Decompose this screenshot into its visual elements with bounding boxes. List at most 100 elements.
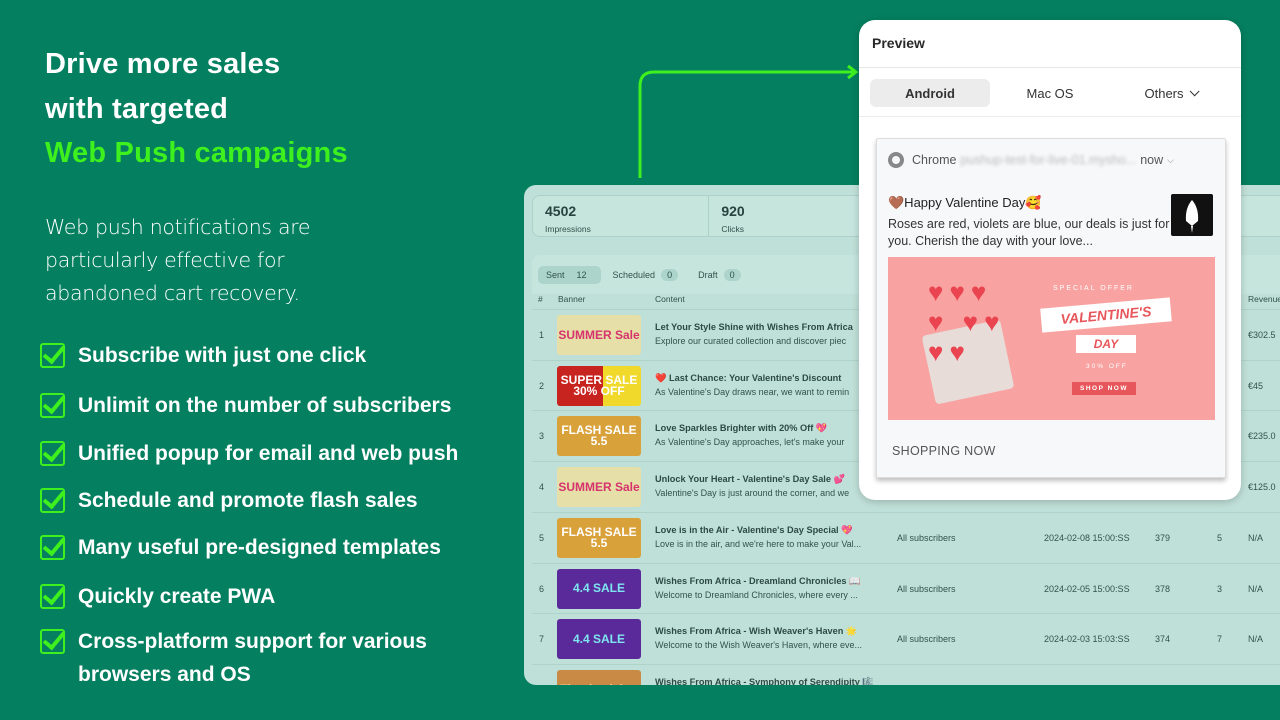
row-number: 1 xyxy=(539,330,545,340)
tab-mac-os[interactable]: Mac OS xyxy=(990,79,1110,107)
row-audience: All subscribers xyxy=(897,634,956,645)
row-title: ❤️ Last Chance: Your Valentine's Discoun… xyxy=(655,372,842,383)
image-discount: 30% OFF xyxy=(1086,363,1128,370)
notification-header: Chrome pushup-test-for-live-01.mysho... … xyxy=(888,152,1174,168)
stat-impressions: 4502 Impressions xyxy=(533,196,710,236)
row-title: Love Sparkles Brighter with 20% Off 💖 xyxy=(655,423,828,434)
platform-tabs: Android Mac OS Others xyxy=(870,79,1230,107)
image-headline: VALENTINE'S xyxy=(1040,297,1172,333)
column-header: # xyxy=(538,294,543,304)
tab-count: 0 xyxy=(723,268,741,281)
banner-text: Thanksgiving xyxy=(560,683,637,685)
tab-count: 12 xyxy=(570,268,593,281)
tab-others[interactable]: Others xyxy=(1110,79,1230,107)
tab-android[interactable]: Android xyxy=(870,79,990,107)
row-number: 6 xyxy=(539,583,545,594)
banner-thumbnail: FLASH SALE 5.5 xyxy=(557,416,641,457)
row-clicks: 3 xyxy=(1217,583,1223,594)
row-description: As Valentine's Day draws near, we want t… xyxy=(655,386,850,397)
notification-time: now xyxy=(1140,153,1164,167)
row-number: 3 xyxy=(539,431,545,442)
row-clicks: 5 xyxy=(1217,532,1223,543)
banner-text: SUMMER Sale xyxy=(558,479,640,494)
divider xyxy=(859,116,1241,117)
image-cta: SHOP NOW xyxy=(1072,382,1136,395)
preview-title: Preview xyxy=(859,20,1241,68)
row-date: 2024-02-08 15:00:SS xyxy=(1044,532,1130,543)
chevron-down-icon[interactable]: ⌵ xyxy=(1167,155,1174,166)
hearts-icon: ♥♥♥ ♥ ♥♥ ♥♥ xyxy=(928,277,1006,367)
row-revenue: €45 xyxy=(1248,380,1264,391)
row-title: Wishes From Africa - Symphony of Serendi… xyxy=(655,676,874,685)
column-header: Banner xyxy=(558,294,586,304)
table-row[interactable]: 7 4.4 SALE Wishes From Africa - Wish Wea… xyxy=(532,613,1280,663)
row-title: Let Your Style Shine with Wishes From Af… xyxy=(655,322,853,332)
row-revenue: N/A xyxy=(1248,532,1264,543)
column-header: Content xyxy=(655,294,685,304)
row-number: 5 xyxy=(539,532,545,543)
row-title: Unlock Your Heart - Valentine's Day Sale… xyxy=(655,474,845,485)
row-description: Explore our curated collection and disco… xyxy=(655,336,847,346)
tab-label: Others xyxy=(1144,85,1184,101)
row-audience: All subscribers xyxy=(897,583,956,594)
banner-text: FLASH SALE 5.5 xyxy=(561,423,637,449)
tab-count: 0 xyxy=(661,268,679,281)
banner-text: SUPER SALE 30% OFF xyxy=(560,372,638,398)
tab-draft[interactable]: Draft 0 xyxy=(690,266,749,284)
tab-sent[interactable]: Sent 12 xyxy=(538,265,601,284)
stat-label: Clicks xyxy=(721,224,745,234)
row-description: Love is in the air, and we're here to ma… xyxy=(655,538,862,549)
chrome-icon xyxy=(888,152,904,168)
table-row[interactable]: Thanksgiving Wishes From Africa - Sympho… xyxy=(532,663,1280,685)
banner-text: 4.4 SALE xyxy=(572,631,626,646)
push-notification[interactable]: Chrome pushup-test-for-live-01.mysho... … xyxy=(876,138,1226,478)
row-date: 2024-02-05 15:00:SS xyxy=(1044,583,1130,594)
chevron-down-icon xyxy=(1189,85,1200,96)
row-description: Welcome to Dreamland Chronicles, where e… xyxy=(655,589,858,600)
row-description: Valentine's Day is just around the corne… xyxy=(655,488,850,499)
row-description: Welcome to the Wish Weaver's Haven, wher… xyxy=(655,640,862,651)
banner-text: SUMMER Sale xyxy=(558,327,640,342)
table-row[interactable]: 6 4.4 SALE Wishes From Africa - Dreamlan… xyxy=(532,562,1280,613)
tab-label: Scheduled xyxy=(612,269,656,280)
row-number: 4 xyxy=(539,482,545,493)
row-revenue: €125.0 xyxy=(1248,482,1276,493)
row-title: Wishes From Africa - Dreamland Chronicle… xyxy=(655,575,861,586)
table-row[interactable]: 5 FLASH SALE 5.5 Love is in the Air - Va… xyxy=(532,511,1280,562)
notification-title: 🤎Happy Valentine Day🥰 xyxy=(888,195,1042,210)
banner-thumbnail: 4.4 SALE xyxy=(557,568,641,609)
row-title: Wishes From Africa - Wish Weaver's Haven… xyxy=(655,626,858,637)
banner-thumbnail: SUMMER Sale xyxy=(557,315,641,355)
banner-thumbnail: FLASH SALE 5.5 xyxy=(557,517,641,558)
row-number: 7 xyxy=(539,634,545,645)
banner-text: 4.4 SALE xyxy=(572,581,626,595)
banner-thumbnail: SUMMER Sale xyxy=(557,467,641,508)
row-clicks: 7 xyxy=(1217,634,1223,645)
row-title: Love is in the Air - Valentine's Day Spe… xyxy=(655,524,853,535)
site-url: pushup-test-for-live-01.mysho... xyxy=(960,153,1137,167)
image-day: DAY xyxy=(1076,335,1136,353)
banner-text: FLASH SALE 5.5 xyxy=(561,524,637,550)
row-revenue: N/A xyxy=(1248,583,1264,594)
row-impressions: 374 xyxy=(1155,634,1171,645)
column-header: Revenue xyxy=(1248,294,1280,304)
tab-label: Sent xyxy=(546,269,565,280)
notification-body: Roses are red, violets are blue, our dea… xyxy=(888,217,1170,248)
stat-label: Impressions xyxy=(545,224,591,234)
row-impressions: 378 xyxy=(1155,583,1171,594)
banner-thumbnail: SUPER SALE 30% OFF xyxy=(557,365,641,406)
rocket-icon xyxy=(1171,194,1213,236)
row-impressions: 379 xyxy=(1155,532,1171,543)
tab-scheduled[interactable]: Scheduled 0 xyxy=(605,266,687,284)
shopping-now-button[interactable]: SHOPPING NOW xyxy=(892,444,996,458)
row-date: 2024-02-03 15:03:SS xyxy=(1044,634,1130,645)
app-name: Chrome xyxy=(912,153,957,167)
row-number: 2 xyxy=(539,380,545,391)
row-revenue: €302.5 xyxy=(1248,330,1276,340)
row-description: As Valentine's Day approaches, let's mak… xyxy=(655,437,845,448)
row-revenue: €235.0 xyxy=(1248,431,1276,442)
banner-thumbnail: Thanksgiving xyxy=(557,669,641,685)
image-offer: SPECIAL OFFER xyxy=(1053,285,1134,292)
preview-panel: Preview Android Mac OS Others Chrome pus… xyxy=(859,20,1241,500)
tab-label: Draft xyxy=(698,269,718,280)
